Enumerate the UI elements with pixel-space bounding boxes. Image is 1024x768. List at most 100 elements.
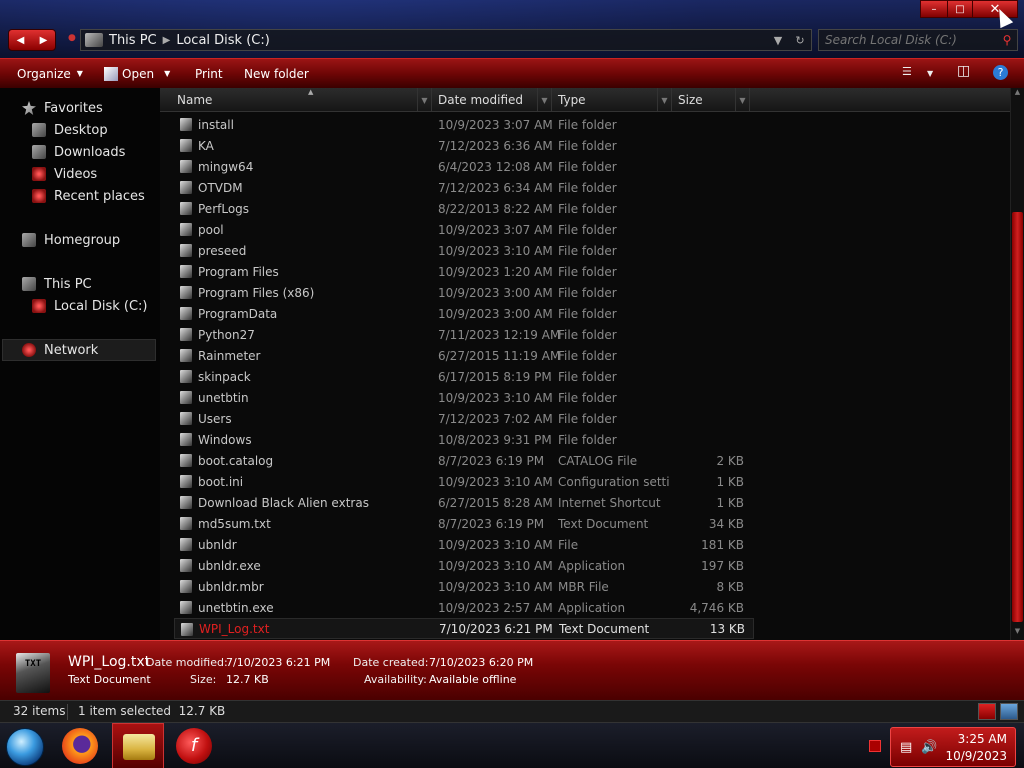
show-hidden-icons[interactable]	[869, 740, 881, 752]
nav-homegroup[interactable]: Homegroup	[22, 229, 120, 251]
breadcrumb-this-pc[interactable]: This PC	[109, 33, 157, 48]
table-row[interactable]: Python27 7/11/2023 12:19 AM File folder	[174, 324, 754, 345]
refresh-icon[interactable]: ↻	[789, 34, 811, 47]
open-menu[interactable]: Open ▼	[104, 59, 170, 89]
chevron-down-icon[interactable]: ▼	[657, 88, 671, 112]
back-button[interactable]: ◀	[9, 30, 32, 50]
nav-this-pc[interactable]: This PC	[22, 273, 92, 295]
nav-network[interactable]: Network	[22, 339, 98, 361]
chevron-down-icon[interactable]: ▼	[735, 88, 749, 112]
view-options-chevron-icon[interactable]: ▼	[927, 69, 933, 78]
file-type: Internet Shortcut	[558, 495, 661, 510]
folder-icon	[180, 265, 192, 278]
chevron-down-icon[interactable]: ▼	[417, 88, 431, 112]
file-date-modified: 7/12/2023 6:36 AM	[438, 138, 553, 153]
file-name: pool	[198, 222, 224, 237]
file-type: MBR File	[558, 579, 609, 594]
file-date-modified: 8/22/2013 8:22 AM	[438, 201, 553, 216]
help-icon[interactable]: ?	[993, 65, 1008, 80]
details-date-created: 7/10/2023 6:20 PM	[429, 656, 534, 669]
table-row[interactable]: KA 7/12/2023 6:36 AM File folder	[174, 135, 754, 156]
organize-menu[interactable]: Organize ▼	[17, 59, 83, 89]
details-view-button[interactable]	[978, 703, 996, 720]
new-folder-button[interactable]: New folder	[244, 59, 309, 89]
clock-date[interactable]: 10/9/2023	[945, 749, 1007, 763]
taskbar-file-explorer[interactable]	[112, 723, 164, 768]
nav-desktop[interactable]: Desktop	[32, 119, 108, 141]
notepad-icon	[104, 66, 118, 81]
chevron-down-icon[interactable]: ▼	[537, 88, 551, 112]
file-type: File folder	[558, 411, 617, 426]
network-tray-icon[interactable]: ▤	[900, 740, 912, 755]
network-icon	[22, 343, 36, 357]
details-date-modified-label: Date modified:	[146, 656, 228, 669]
breadcrumb-local-disk[interactable]: Local Disk (C:)	[176, 33, 269, 48]
table-row[interactable]: PerfLogs 8/22/2013 8:22 AM File folder	[174, 198, 754, 219]
table-row[interactable]: Download Black Alien extras 6/27/2015 8:2…	[174, 492, 754, 513]
table-row[interactable]: Users 7/12/2023 7:02 AM File folder	[174, 408, 754, 429]
table-row[interactable]: Windows 10/8/2023 9:31 PM File folder	[174, 429, 754, 450]
folder-icon	[180, 139, 192, 152]
recent-locations-dropdown[interactable]: ●	[68, 33, 76, 43]
search-icon[interactable]: ⚲	[997, 33, 1017, 47]
nav-local-disk[interactable]: Local Disk (C:)	[32, 295, 147, 317]
table-row[interactable]: install 10/9/2023 3:07 AM File folder	[174, 114, 754, 135]
scroll-up-icon[interactable]: ▲	[1011, 88, 1024, 100]
clock-time[interactable]: 3:25 AM	[958, 732, 1007, 746]
table-row[interactable]: pool 10/9/2023 3:07 AM File folder	[174, 219, 754, 240]
details-date-modified: 7/10/2023 6:21 PM	[226, 656, 331, 669]
table-row[interactable]: ubnldr.exe 10/9/2023 3:10 AM Application 19…	[174, 555, 754, 576]
print-button[interactable]: Print	[195, 59, 223, 89]
desktop-screen: – □ ✕ ◀ ▶ ● This PC ▶ Local Disk (C:) ▼ …	[0, 0, 1024, 768]
table-row[interactable]: mingw64 6/4/2023 12:08 AM File folder	[174, 156, 754, 177]
file-icon	[181, 623, 193, 636]
large-icons-view-button[interactable]	[1000, 703, 1018, 720]
table-row[interactable]: md5sum.txt 8/7/2023 6:19 PM Text Document 3…	[174, 513, 754, 534]
change-view-icon[interactable]: ☰	[902, 65, 912, 78]
star-icon	[22, 101, 36, 115]
table-row[interactable]: Rainmeter 6/27/2015 11:19 AM File folder	[174, 345, 754, 366]
table-row[interactable]: ubnldr 10/9/2023 3:10 AM File 181 KB	[174, 534, 754, 555]
start-button[interactable]	[6, 728, 44, 766]
table-row[interactable]: skinpack 6/17/2015 8:19 PM File folder	[174, 366, 754, 387]
maximize-button[interactable]: □	[947, 0, 973, 18]
table-row[interactable]: boot.catalog 8/7/2023 6:19 PM CATALOG File…	[174, 450, 754, 471]
search-input[interactable]	[819, 33, 997, 47]
table-row[interactable]: OTVDM 7/12/2023 6:34 AM File folder	[174, 177, 754, 198]
file-date-modified: 6/17/2015 8:19 PM	[438, 369, 552, 384]
preview-pane-icon[interactable]: ◫	[957, 63, 970, 79]
forward-button[interactable]: ▶	[32, 30, 55, 50]
vertical-scrollbar[interactable]: ▲ ▼	[1010, 88, 1024, 640]
address-dropdown-icon[interactable]: ▼	[767, 34, 789, 47]
flash-icon[interactable]: f	[176, 728, 212, 764]
breadcrumb-separator-icon[interactable]: ▶	[163, 35, 171, 46]
table-row[interactable]: ubnldr.mbr 10/9/2023 3:10 AM MBR File 8 KB	[174, 576, 754, 597]
column-name[interactable]: Name ▲ ▼	[170, 88, 432, 112]
nav-recent-places[interactable]: Recent places	[32, 185, 145, 207]
scrollbar-thumb[interactable]	[1012, 212, 1023, 622]
volume-icon[interactable]: 🔊	[921, 740, 937, 755]
nav-videos[interactable]: Videos	[32, 163, 97, 185]
column-size[interactable]: Size ▼	[672, 88, 750, 112]
table-row[interactable]: boot.ini 10/9/2023 3:10 AM Configuration s…	[174, 471, 754, 492]
nav-favorites[interactable]: Favorites	[22, 97, 103, 119]
table-row[interactable]: unetbtin.exe 10/9/2023 2:57 AM Application…	[174, 597, 754, 618]
column-type[interactable]: Type ▼	[552, 88, 672, 112]
file-name: install	[198, 117, 234, 132]
search-box[interactable]: ⚲	[818, 29, 1018, 51]
chevron-down-icon: ▼	[164, 69, 171, 78]
column-date-modified[interactable]: Date modified ▼	[432, 88, 552, 112]
table-row[interactable]: unetbtin 10/9/2023 3:10 AM File folder	[174, 387, 754, 408]
table-row[interactable]: ProgramData 10/9/2023 3:00 AM File folder	[174, 303, 754, 324]
table-row[interactable]: Program Files (x86) 10/9/2023 3:00 AM File…	[174, 282, 754, 303]
scroll-down-icon[interactable]: ▼	[1011, 627, 1024, 639]
nav-downloads[interactable]: Downloads	[32, 141, 125, 163]
table-row[interactable]: Program Files 10/9/2023 1:20 AM File folde…	[174, 261, 754, 282]
table-row[interactable]: preseed 10/9/2023 3:10 AM File folder	[174, 240, 754, 261]
address-bar[interactable]: This PC ▶ Local Disk (C:) ▼ ↻	[80, 29, 812, 51]
firefox-icon[interactable]	[62, 728, 98, 764]
file-date-modified: 10/9/2023 3:10 AM	[438, 474, 553, 489]
minimize-button[interactable]: –	[920, 0, 948, 18]
table-row[interactable]: WPI_Log.txt 7/10/2023 6:21 PM Text Documen…	[174, 618, 754, 639]
file-icon	[180, 496, 192, 509]
